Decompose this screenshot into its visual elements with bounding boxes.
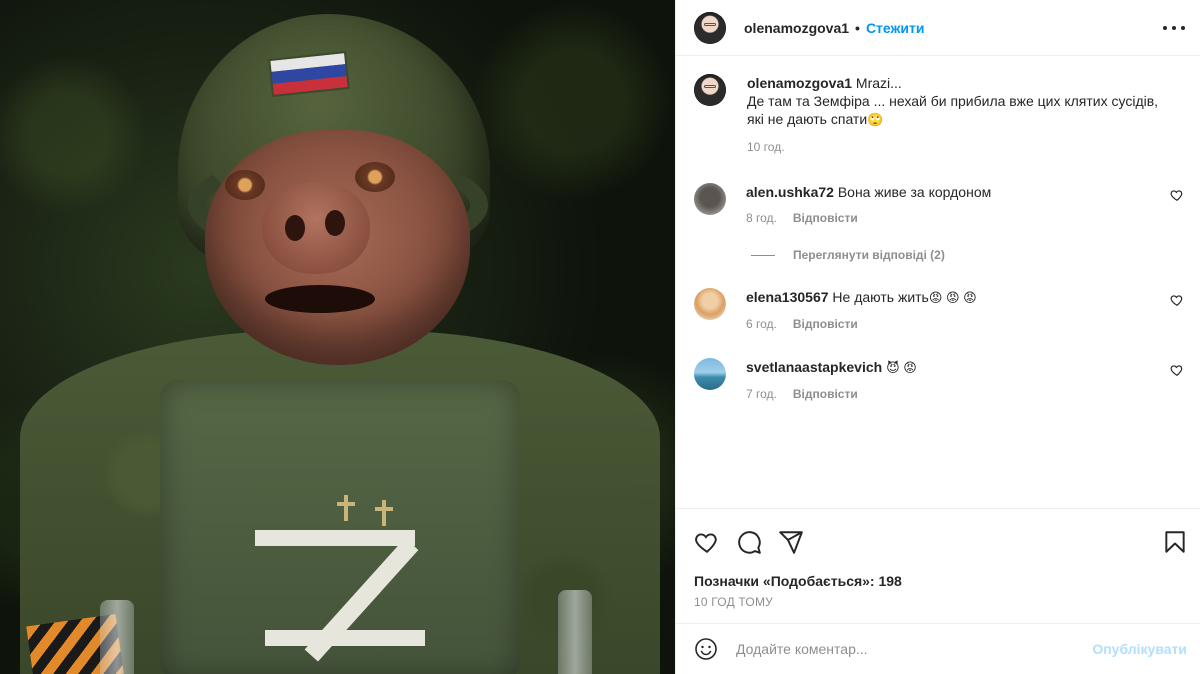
comment-username[interactable]: alen.ushka72 xyxy=(746,184,834,200)
figure-eye-right xyxy=(355,162,395,192)
caption-text-line1: Mrazi... xyxy=(855,75,902,91)
comment-username[interactable]: elena130567 xyxy=(746,289,829,305)
comment-item: alen.ushka72 Вона живе за кордоном 8 год… xyxy=(694,183,1184,227)
caption: olenamozgova1 Mrazi... Де там та Земфіра… xyxy=(694,74,1184,156)
emoji-icon[interactable] xyxy=(694,637,718,661)
comment-emoji: 😈 😡 xyxy=(886,360,917,375)
comment-text: Не дають жить xyxy=(832,289,929,305)
likes-count[interactable]: Позначки «Подобається»: 198 xyxy=(694,573,902,589)
comment-item: elena130567 Не дають жить😡 😡 😡 6 год. Ві… xyxy=(694,288,1184,333)
heart-icon[interactable] xyxy=(1170,188,1184,202)
post-side-panel: olenamozgova1 • Стежити olenamozgova1 Mr… xyxy=(675,0,1200,674)
figure-nostril-left xyxy=(285,215,305,241)
comment-item: svetlanaastapkevich 😈 😡 7 год. Відповіст… xyxy=(694,358,1184,403)
avatar[interactable] xyxy=(694,11,726,44)
replies-line xyxy=(751,254,775,256)
cross-pendant xyxy=(375,500,393,526)
view-replies-button[interactable]: Переглянути відповіді (2) xyxy=(751,248,945,262)
comment-text: Вона живе за кордоном xyxy=(837,184,992,200)
follow-button[interactable]: Стежити xyxy=(866,20,925,36)
bookmark-icon[interactable] xyxy=(1162,529,1188,555)
instagram-post: olenamozgova1 • Стежити olenamozgova1 Mr… xyxy=(0,0,1200,674)
cross-pendant xyxy=(337,495,355,521)
figure-snout xyxy=(262,182,370,274)
caption-emoji: 🙄 xyxy=(867,112,884,127)
heart-icon[interactable] xyxy=(1170,363,1184,377)
header-username[interactable]: olenamozgova1 xyxy=(744,20,849,36)
figure-nostril-right xyxy=(325,210,345,236)
view-replies-label: Переглянути відповіді (2) xyxy=(793,248,945,262)
bottle xyxy=(100,600,134,674)
caption-username[interactable]: olenamozgova1 xyxy=(747,75,852,91)
comments-list: olenamozgova1 Mrazi... Де там та Земфіра… xyxy=(676,57,1200,507)
comment-icon[interactable] xyxy=(736,529,762,555)
figure-mouth xyxy=(265,285,375,313)
russian-flag-patch xyxy=(268,51,350,97)
reply-button[interactable]: Відповісти xyxy=(793,385,858,403)
avatar[interactable] xyxy=(694,288,726,320)
caption-time: 10 год. xyxy=(747,140,785,154)
comment-input[interactable] xyxy=(736,641,1076,657)
comment-emoji: 😡 😡 😡 xyxy=(928,290,977,305)
share-icon[interactable] xyxy=(778,529,804,555)
avatar[interactable] xyxy=(694,183,726,215)
heart-icon[interactable] xyxy=(694,529,720,555)
figure-eye-left xyxy=(225,170,265,200)
avatar[interactable] xyxy=(694,358,726,390)
post-actions: Позначки «Подобається»: 198 10 ГОД ТОМУ xyxy=(676,508,1200,623)
separator-dot: • xyxy=(855,19,860,36)
reply-button[interactable]: Відповісти xyxy=(793,209,858,227)
reply-button[interactable]: Відповісти xyxy=(793,315,858,333)
avatar[interactable] xyxy=(694,74,726,106)
post-image[interactable] xyxy=(0,0,675,674)
add-comment-bar: Опублікувати xyxy=(676,623,1200,674)
z-symbol xyxy=(255,530,425,662)
more-options-icon[interactable] xyxy=(1163,18,1185,38)
comment-time: 6 год. xyxy=(746,317,777,331)
caption-text-line2: Де там та Земфіра ... нехай би прибила в… xyxy=(747,93,1159,109)
comment-username[interactable]: svetlanaastapkevich xyxy=(746,359,882,375)
comment-time: 8 год. xyxy=(746,211,777,225)
caption-text-line3: які не дають спати xyxy=(747,111,868,127)
post-timestamp: 10 ГОД ТОМУ xyxy=(694,595,773,609)
comment-time: 7 год. xyxy=(746,387,777,401)
publish-button[interactable]: Опублікувати xyxy=(1092,641,1187,657)
post-header: olenamozgova1 • Стежити xyxy=(676,0,1200,56)
bottle xyxy=(558,590,592,674)
heart-icon[interactable] xyxy=(1170,293,1184,307)
